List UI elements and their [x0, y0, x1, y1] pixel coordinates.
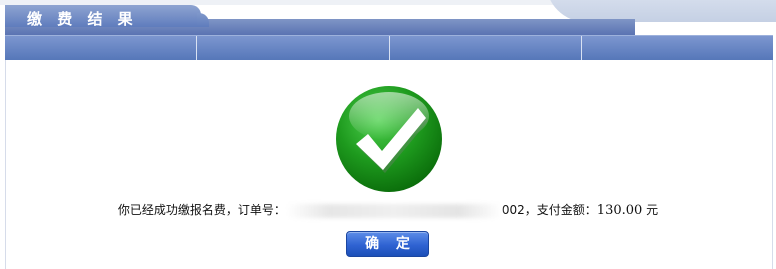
check-circle-icon	[336, 86, 442, 192]
page-frame: 缴 费 结 果 你已经成功缴报名费，订单号： 002，支付金额：130.00 元 …	[0, 0, 776, 269]
header-cell	[5, 36, 198, 60]
confirm-button[interactable]: 确 定	[346, 231, 429, 257]
order-number-tail: 002	[501, 203, 525, 217]
header-cell	[197, 36, 390, 60]
payment-amount: 130.00	[596, 203, 643, 218]
message-prefix: 你已经成功缴报名费，订单号：	[117, 203, 286, 217]
result-message: 你已经成功缴报名费，订单号： 002，支付金额：130.00 元	[0, 201, 776, 218]
order-number-redacted	[285, 203, 502, 218]
page-title: 缴 费 结 果	[27, 10, 138, 28]
header-cell	[582, 36, 773, 60]
currency-label: 元	[646, 203, 659, 217]
table-header-row	[5, 35, 773, 61]
title-tab: 缴 费 结 果	[5, 5, 209, 28]
header-cell	[390, 36, 582, 60]
message-suffix: ，支付金额：	[524, 203, 597, 217]
